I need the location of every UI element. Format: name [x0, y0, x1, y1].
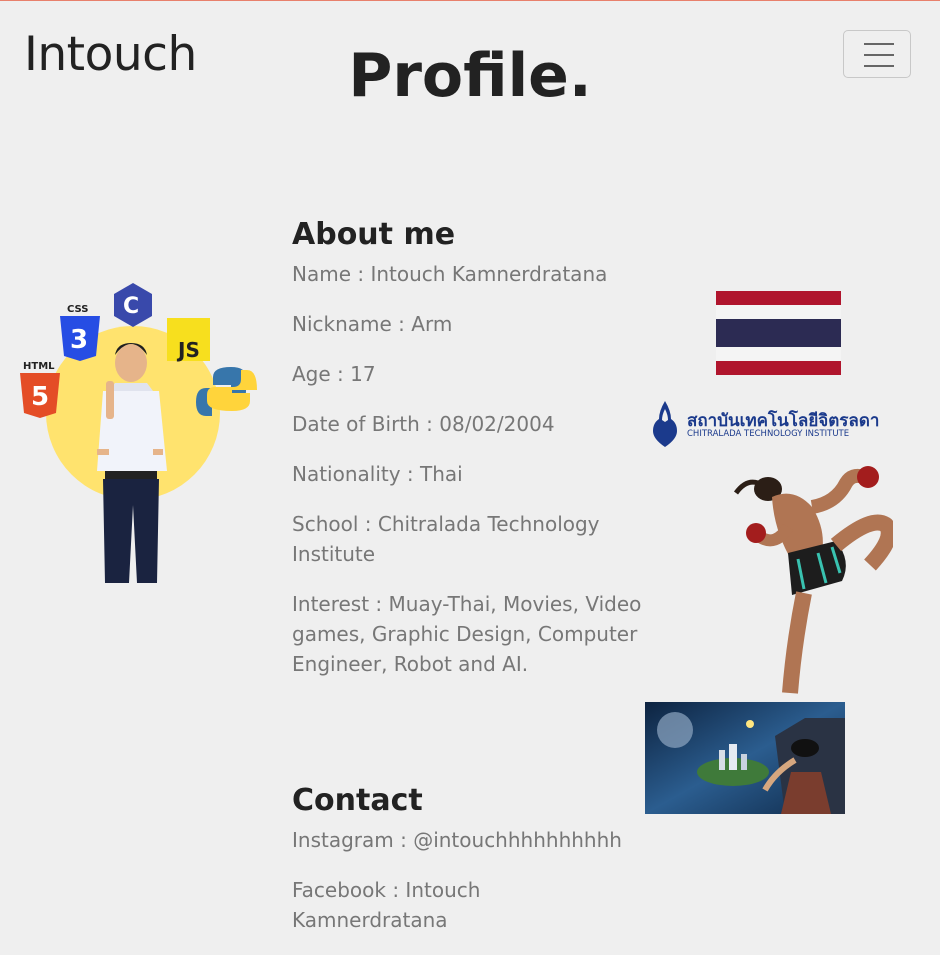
svg-text:JS: JS — [176, 338, 200, 362]
vr-scene-image — [645, 702, 845, 814]
javascript-icon: JS — [167, 318, 210, 362]
about-heading: About me — [292, 217, 456, 252]
menu-toggle-button[interactable] — [843, 30, 911, 78]
thai-flag-image — [716, 291, 841, 375]
c-language-icon: C — [114, 283, 152, 327]
svg-text:5: 5 — [31, 382, 49, 412]
contact-heading: Contact — [292, 783, 423, 818]
school-logo-english: CHITRALADA TECHNOLOGY INSTITUTE — [687, 429, 850, 439]
svg-text:3: 3 — [70, 325, 88, 355]
about-interest: Interest : Muay-Thai, Movies, Video game… — [292, 592, 642, 676]
hamburger-menu-icon — [864, 43, 894, 45]
school-emblem-icon — [653, 401, 677, 447]
contact-instagram[interactable]: Instagram : @intouchhhhhhhhhh — [292, 825, 642, 855]
about-name: Name : Intouch Kamnerdratana — [292, 262, 608, 286]
about-nickname: Nickname : Arm — [292, 312, 453, 336]
muay-thai-fighter-image — [733, 466, 893, 694]
about-school: School : Chitralada Technology Institute — [292, 512, 600, 566]
page-title: Profile. — [348, 41, 592, 111]
svg-text:C: C — [123, 294, 139, 319]
css-badge-label: CSS — [67, 304, 88, 315]
html5-icon: HTML 5 — [20, 361, 60, 418]
school-logo: สถาบันเทคโนโลยีจิตรลดา CHITRALADA TECHNO… — [645, 399, 879, 451]
hamburger-menu-icon-bar — [864, 54, 894, 56]
about-section: About me Name : Intouch Kamnerdratana Ni… — [292, 217, 642, 699]
css3-icon: CSS 3 — [60, 304, 100, 361]
html-badge-label: HTML — [23, 361, 55, 372]
about-nationality: Nationality : Thai — [292, 462, 463, 486]
contact-facebook[interactable]: Facebook : Intouch Kamnerdratana — [292, 875, 642, 935]
contact-section: Contact Instagram : @intouchhhhhhhhhh Fa… — [292, 783, 642, 955]
profile-portrait-image: HTML 5 CSS 3 C JS — [20, 283, 257, 583]
about-age: Age : 17 — [292, 362, 376, 386]
about-date-of-birth: Date of Birth : 08/02/2004 — [292, 412, 555, 436]
hamburger-menu-icon-bar — [864, 65, 894, 67]
